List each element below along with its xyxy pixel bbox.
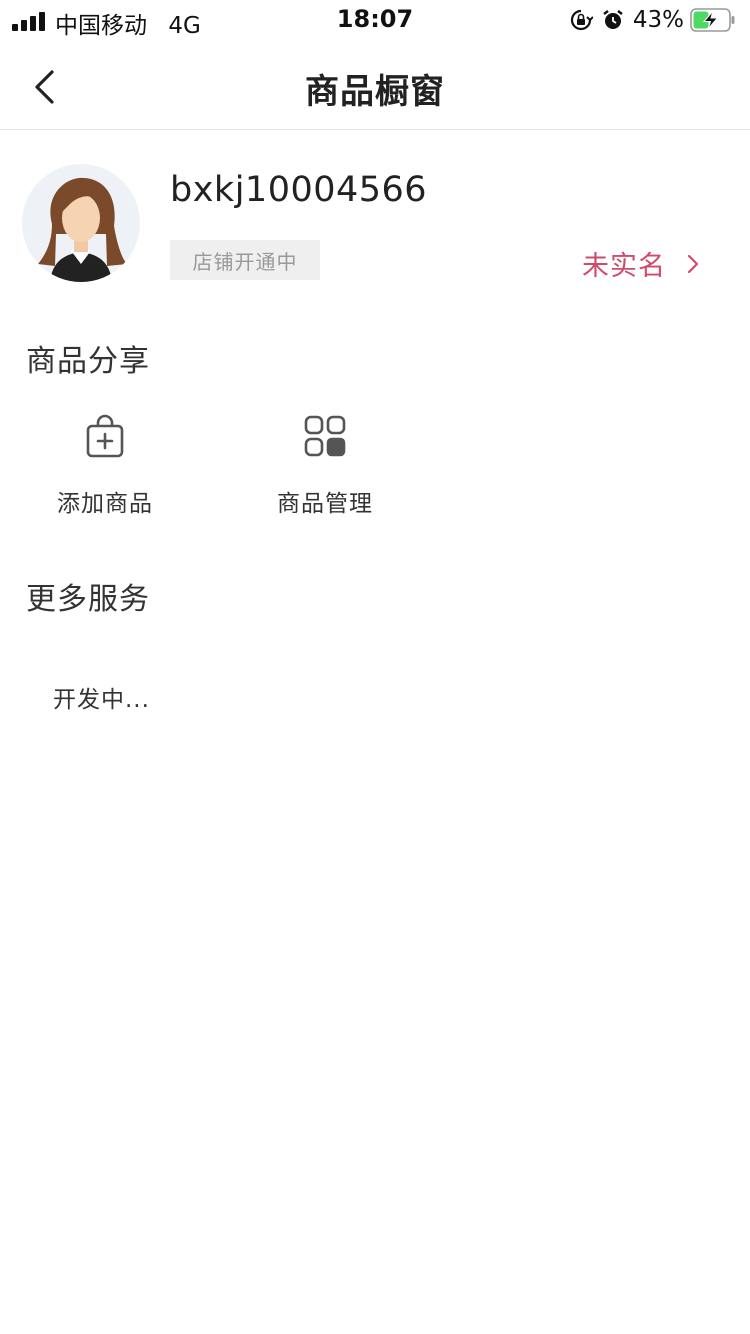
chevron-right-icon	[687, 254, 699, 273]
identity-verification-link[interactable]: 未实名	[582, 244, 704, 283]
manage-products-label: 商品管理	[277, 491, 373, 517]
avatar	[22, 164, 140, 282]
status-icons: 43%	[569, 6, 736, 34]
shopping-bag-plus-icon	[86, 414, 124, 458]
battery-charging-icon	[690, 8, 735, 32]
verify-status-label: 未实名	[582, 251, 666, 282]
rotation-lock-icon	[570, 9, 593, 31]
grid-apps-icon	[304, 415, 346, 457]
manage-products-button[interactable]: 商品管理	[235, 414, 415, 534]
add-product-button[interactable]: 添加商品	[15, 414, 195, 534]
username: bxkj10004566	[170, 170, 428, 210]
user-avatar-illustration	[38, 177, 127, 282]
in-development-text: 开发中...	[53, 687, 150, 713]
alarm-icon	[603, 10, 623, 29]
section-title-more-services: 更多服务	[26, 582, 150, 617]
nav-bar: 商品橱窗	[0, 40, 750, 130]
page-title: 商品橱窗	[305, 72, 445, 112]
status-bar: 中国移动 4G 18:07 43%	[0, 0, 750, 40]
battery-percent: 43%	[632, 7, 684, 33]
add-product-label: 添加商品	[57, 491, 153, 517]
shop-status-badge: 店铺开通中	[170, 240, 320, 280]
section-title-share: 商品分享	[26, 344, 150, 379]
